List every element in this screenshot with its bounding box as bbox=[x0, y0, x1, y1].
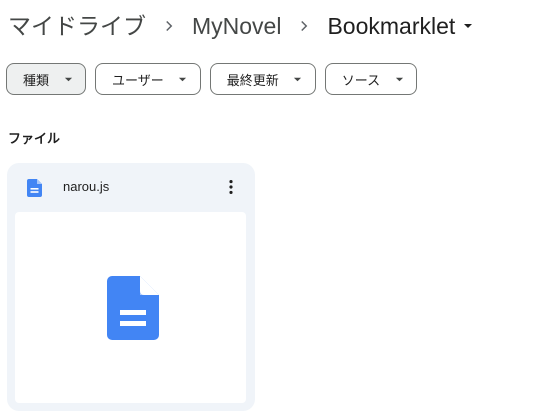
more-actions-button[interactable] bbox=[219, 175, 243, 199]
chevron-right-icon bbox=[154, 8, 184, 44]
file-thumbnail[interactable] bbox=[15, 212, 246, 403]
filter-type-chip[interactable]: 種類 bbox=[6, 63, 87, 95]
filter-source-label: ソース bbox=[341, 72, 381, 88]
file-card[interactable]: narou.js bbox=[7, 163, 255, 411]
filter-modified-label: 最終更新 bbox=[226, 72, 279, 88]
caret-down-icon bbox=[178, 74, 188, 84]
caret-down-icon bbox=[461, 19, 475, 33]
breadcrumb-my-drive[interactable]: マイドライブ bbox=[0, 8, 154, 44]
filter-modified-chip[interactable]: 最終更新 bbox=[209, 63, 316, 95]
caret-down-icon bbox=[293, 74, 303, 84]
filter-source-chip[interactable]: ソース bbox=[324, 63, 418, 95]
drive-page: マイドライブ MyNovel Bookmarklet 種類 ユーザー 最終更新 … bbox=[0, 0, 551, 419]
filter-people-chip[interactable]: ユーザー bbox=[95, 63, 201, 95]
chevron-right-icon bbox=[289, 8, 319, 44]
document-icon bbox=[27, 179, 43, 197]
breadcrumb-current-folder[interactable]: Bookmarklet bbox=[319, 8, 483, 44]
breadcrumb: マイドライブ MyNovel Bookmarklet bbox=[0, 8, 483, 44]
file-name[interactable]: narou.js bbox=[63, 178, 109, 196]
breadcrumb-mynovel[interactable]: MyNovel bbox=[184, 8, 289, 44]
document-thumbnail-icon bbox=[107, 276, 159, 340]
filter-type-label: 種類 bbox=[23, 72, 50, 88]
caret-down-icon bbox=[394, 74, 404, 84]
filter-bar: 種類 ユーザー 最終更新 ソース bbox=[6, 63, 418, 95]
section-heading-files: ファイル bbox=[8, 131, 61, 146]
more-vert-icon bbox=[229, 180, 233, 194]
file-card-header: narou.js bbox=[7, 163, 255, 211]
filter-people-label: ユーザー bbox=[112, 72, 164, 88]
caret-down-icon bbox=[63, 74, 73, 84]
breadcrumb-current-label: Bookmarklet bbox=[327, 13, 456, 39]
